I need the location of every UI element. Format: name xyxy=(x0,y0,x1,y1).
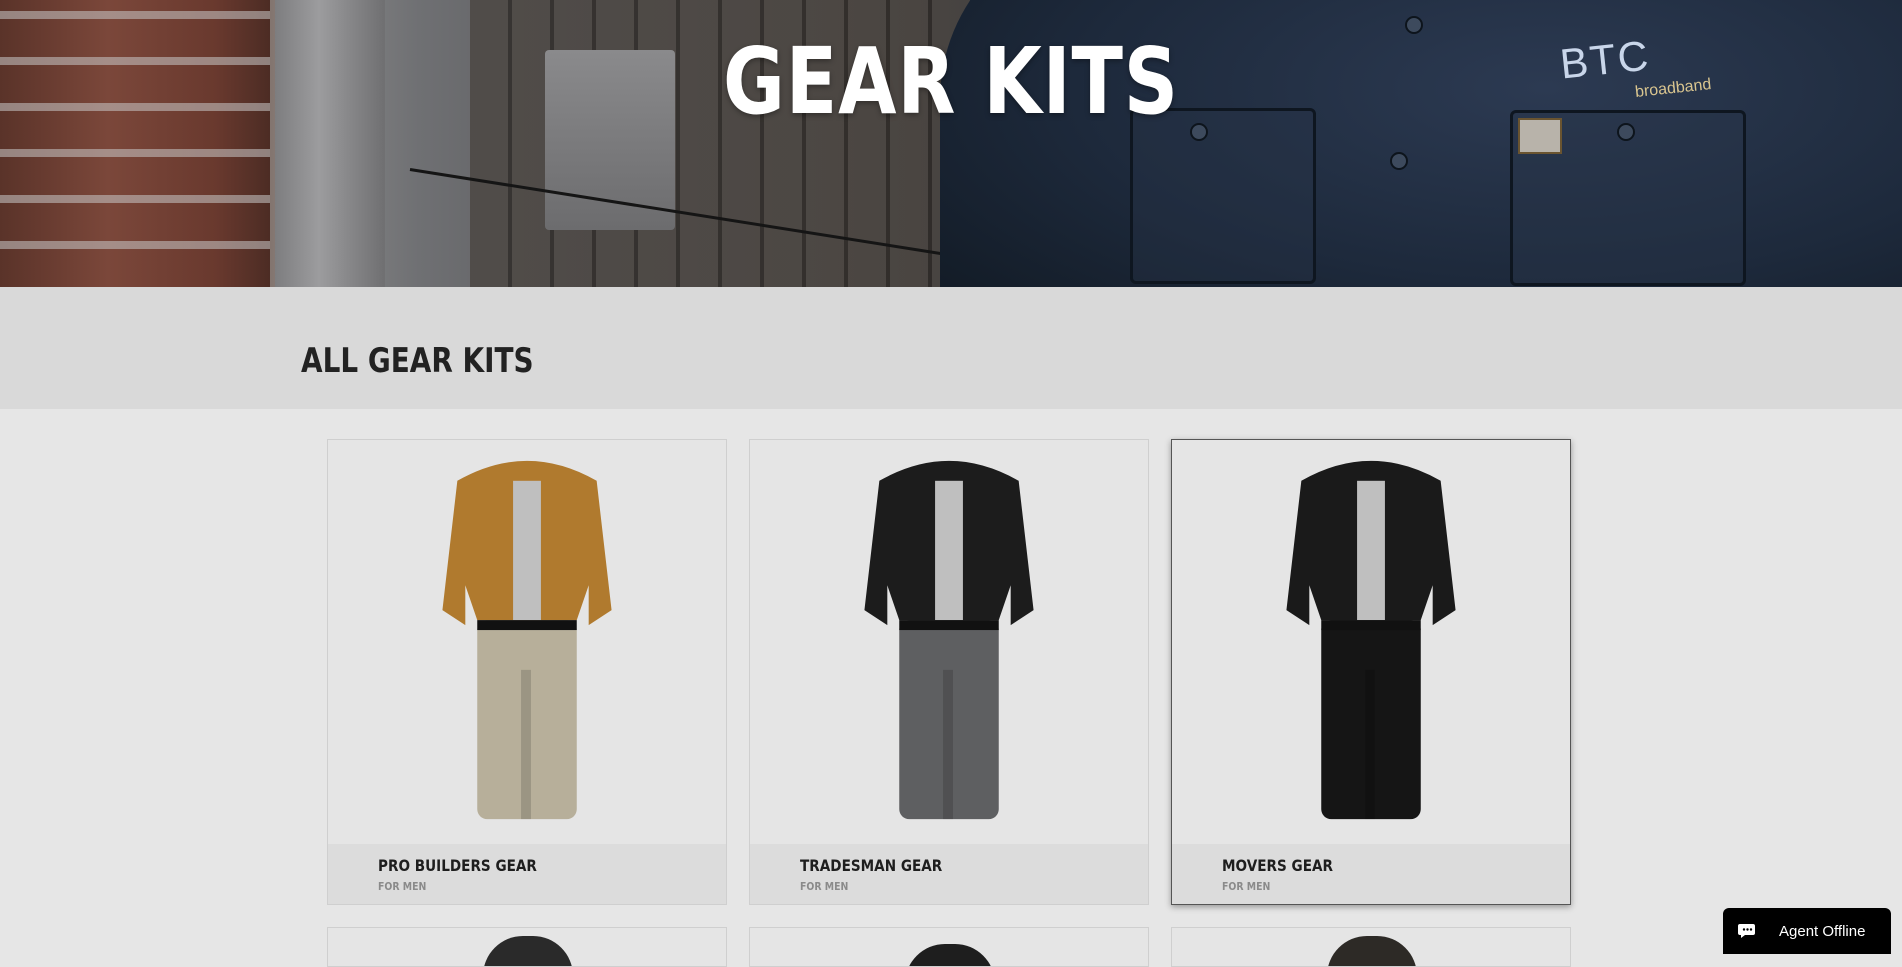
section-title: ALL GEAR KITS xyxy=(301,341,534,381)
chat-status-label: Agent Offline xyxy=(1779,922,1866,940)
kit-image-tradesman xyxy=(864,460,1034,820)
kit-image-partial xyxy=(1327,936,1417,966)
kit-image-partial xyxy=(483,936,573,966)
kit-image-partial xyxy=(905,944,995,966)
kit-caption: TRADESMAN GEAR FOR MEN xyxy=(750,844,1148,904)
kit-card-movers[interactable]: MOVERS GEAR FOR MEN xyxy=(1171,439,1571,905)
kit-audience: FOR MEN xyxy=(1222,880,1271,893)
live-chat-button[interactable]: Agent Offline xyxy=(1723,908,1891,954)
kit-name: MOVERS GEAR xyxy=(1222,856,1334,875)
hero-shirt-button xyxy=(1390,152,1408,170)
kit-card-tradesman[interactable]: TRADESMAN GEAR FOR MEN xyxy=(749,439,1149,905)
kit-card-pro-builders[interactable]: PRO BUILDERS GEAR FOR MEN xyxy=(327,439,727,905)
kit-image-pro-builders xyxy=(442,460,612,820)
section-header: ALL GEAR KITS xyxy=(0,287,1902,409)
kit-name: TRADESMAN GEAR xyxy=(800,856,943,875)
kit-caption: PRO BUILDERS GEAR FOR MEN xyxy=(328,844,726,904)
kit-audience: FOR MEN xyxy=(800,880,849,893)
kit-caption: MOVERS GEAR FOR MEN xyxy=(1172,844,1570,904)
kit-card-row2-2[interactable] xyxy=(749,927,1149,967)
kit-image-movers xyxy=(1286,460,1456,820)
kit-card-row2-3[interactable] xyxy=(1171,927,1571,967)
page-title: GEAR KITS xyxy=(723,28,1179,135)
kit-audience: FOR MEN xyxy=(378,880,427,893)
kit-name: PRO BUILDERS GEAR xyxy=(378,856,537,875)
kit-card-row2-1[interactable] xyxy=(327,927,727,967)
chat-bubble-icon xyxy=(1738,924,1755,938)
hero-banner: BTC broadband GEAR KITS xyxy=(0,0,1902,287)
